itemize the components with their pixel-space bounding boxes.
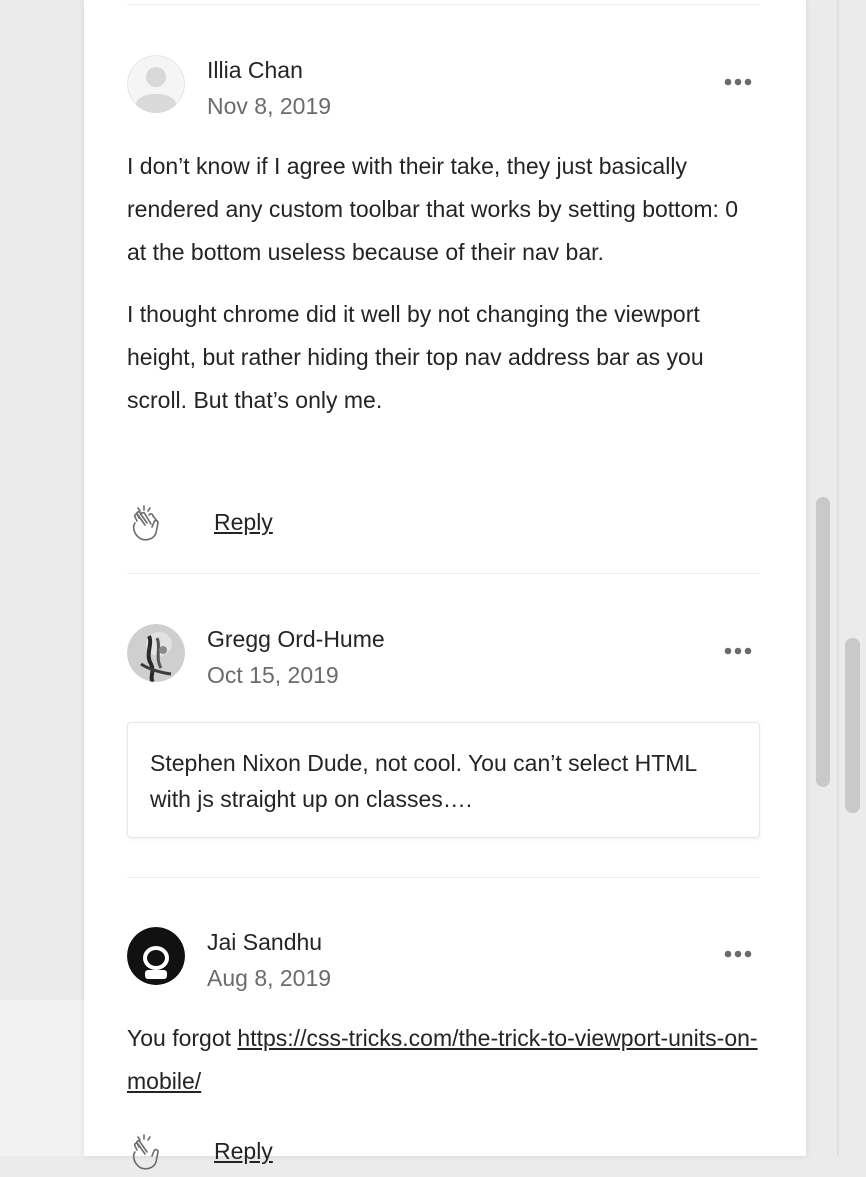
author-name[interactable]: Gregg Ord-Hume bbox=[207, 626, 385, 653]
avatar[interactable] bbox=[127, 927, 185, 985]
responses-panel: Illia Chan Nov 8, 2019 I don’t know if I… bbox=[84, 0, 806, 1170]
divider bbox=[127, 877, 760, 878]
comment-body: I don’t know if I agree with their take,… bbox=[127, 145, 760, 441]
reply-button[interactable]: Reply bbox=[214, 1138, 273, 1165]
comment-text: You forgot bbox=[127, 1025, 238, 1051]
comment-date: Oct 15, 2019 bbox=[207, 662, 339, 688]
more-options-button[interactable] bbox=[723, 947, 753, 959]
comment-actions: Reply bbox=[127, 1132, 427, 1176]
clap-button[interactable] bbox=[127, 503, 167, 543]
page-scrollbar-thumb[interactable] bbox=[845, 638, 860, 813]
more-horizontal-icon bbox=[724, 647, 752, 655]
author-name[interactable]: Illia Chan bbox=[207, 57, 303, 84]
clap-icon bbox=[132, 1134, 159, 1170]
divider bbox=[127, 4, 760, 5]
comment-paragraph: I don’t know if I agree with their take,… bbox=[127, 153, 739, 265]
clap-icon bbox=[132, 505, 159, 541]
reply-button[interactable]: Reply bbox=[214, 509, 273, 536]
comment-actions: Reply bbox=[127, 503, 427, 547]
comment-date: Aug 8, 2019 bbox=[207, 965, 332, 991]
quoted-comment[interactable]: Stephen Nixon Dude, not cool. You can’t … bbox=[127, 722, 760, 838]
clap-button[interactable] bbox=[127, 1132, 167, 1172]
author-name[interactable]: Jai Sandhu bbox=[207, 929, 322, 956]
more-options-button[interactable] bbox=[723, 644, 753, 656]
more-options-button[interactable] bbox=[723, 75, 753, 87]
comment-gregg-ord-hume: Gregg Ord-Hume Oct 15, 2019 Stephen Nixo… bbox=[127, 624, 760, 844]
photo-avatar bbox=[127, 624, 185, 682]
avatar[interactable] bbox=[127, 55, 185, 113]
default-user-icon bbox=[127, 55, 185, 113]
comment-body: You forgot https://css-tricks.com/the-tr… bbox=[127, 1017, 760, 1103]
more-horizontal-icon bbox=[724, 78, 752, 86]
avatar[interactable] bbox=[127, 624, 185, 682]
astronaut-avatar bbox=[127, 927, 185, 985]
panel-scrollbar-thumb[interactable] bbox=[816, 497, 830, 787]
comment-illia-chan: Illia Chan Nov 8, 2019 I don’t know if I… bbox=[127, 55, 760, 555]
comment-date: Nov 8, 2019 bbox=[207, 93, 332, 119]
page-background-strip bbox=[0, 1000, 84, 1156]
outer-scrollbar-track bbox=[837, 0, 839, 1156]
more-horizontal-icon bbox=[724, 950, 752, 958]
comment-paragraph: I thought chrome did it well by not chan… bbox=[127, 301, 704, 413]
comment-jai-sandhu: Jai Sandhu Aug 8, 2019 You forgot https:… bbox=[127, 927, 760, 1170]
divider bbox=[127, 573, 760, 574]
